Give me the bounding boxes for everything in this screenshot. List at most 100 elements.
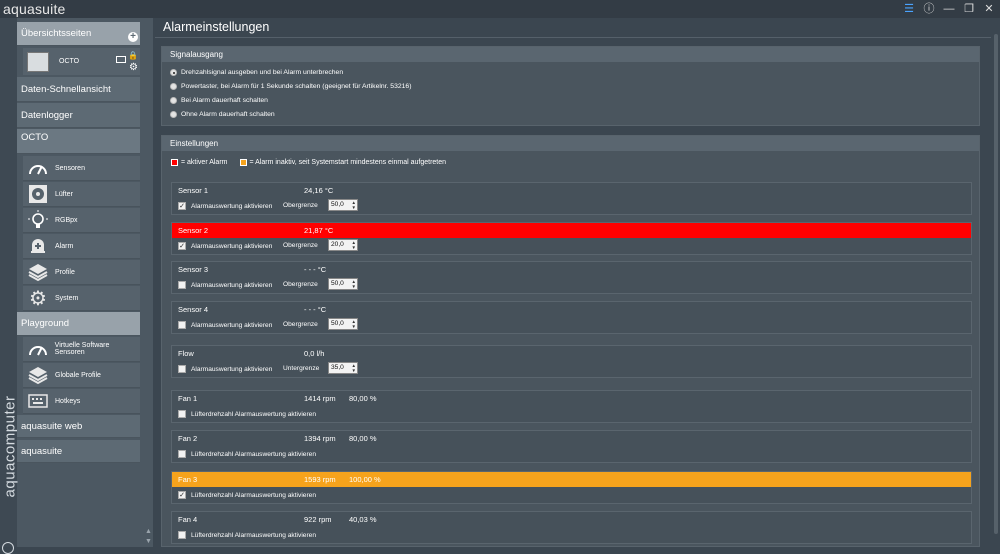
main-scrollbar[interactable] bbox=[992, 18, 1000, 547]
sidebar-item-rgbpx[interactable]: RGBpx bbox=[23, 208, 140, 233]
limit-stepper[interactable]: 20,0 ▲ ▼ bbox=[328, 239, 358, 251]
scroll-down-icon[interactable]: ▼ bbox=[145, 538, 152, 545]
alarm-checkbox[interactable] bbox=[178, 281, 186, 289]
alarm-checkbox-row[interactable]: Alarmauswertung aktivieren bbox=[178, 321, 272, 329]
radio-option[interactable]: Powertaster, bei Alarm für 1 Sekunde sch… bbox=[170, 83, 411, 90]
sidebar-item-hotkeys[interactable]: Hotkeys bbox=[23, 389, 140, 414]
alarm-checkbox[interactable] bbox=[178, 365, 186, 373]
sidebar-item-playground[interactable]: Playground bbox=[17, 312, 140, 336]
card-header bbox=[172, 302, 971, 317]
minimize-icon[interactable]: — bbox=[942, 2, 956, 16]
limit-value: 50,0 bbox=[331, 280, 344, 287]
monitor-icon[interactable] bbox=[116, 56, 126, 63]
alarm-checkbox-row[interactable]: Lüfterdrehzahl Alarmauswertung aktiviere… bbox=[178, 450, 316, 458]
layers-icon[interactable]: ☰ bbox=[902, 2, 916, 16]
limit-stepper[interactable]: 50,0 ▲ ▼ bbox=[328, 278, 358, 290]
sidebar-item-datalogger[interactable]: Datenlogger bbox=[17, 103, 140, 128]
limit-value: 50,0 bbox=[331, 201, 344, 208]
sidebar-item-virtual-sensors[interactable]: Virtuelle Software Sensoren bbox=[23, 337, 140, 362]
sidebar-item-alarm[interactable]: Alarm bbox=[23, 234, 140, 259]
scroll-thumb[interactable] bbox=[994, 34, 998, 534]
alarm-checkbox-row[interactable]: Alarmauswertung aktivieren bbox=[178, 281, 272, 289]
checkbox-label: Lüfterdrehzahl Alarmauswertung aktiviere… bbox=[191, 450, 316, 458]
alarm-checkbox[interactable] bbox=[178, 450, 186, 458]
alarm-checkbox-row[interactable]: Alarmauswertung aktivieren bbox=[178, 365, 272, 373]
alarm-checkbox-row[interactable]: ✓ Alarmauswertung aktivieren bbox=[178, 202, 272, 210]
limit-stepper[interactable]: 35,0 ▲ ▼ bbox=[328, 362, 358, 374]
alarm-checkbox-row[interactable]: ✓ Alarmauswertung aktivieren bbox=[178, 242, 272, 250]
alarm-card: Sensor 3 - - - °C Alarmauswertung aktivier… bbox=[171, 261, 972, 294]
alarm-checkbox[interactable]: ✓ bbox=[178, 202, 186, 210]
signal-output-panel: Signalausgang Drehzahlsignal ausgeben un… bbox=[161, 46, 980, 126]
restore-icon[interactable]: ❐ bbox=[962, 2, 976, 16]
checkbox-label: Alarmauswertung aktivieren bbox=[191, 202, 273, 210]
radio-button[interactable] bbox=[170, 69, 177, 76]
sidebar-item-label: OCTO bbox=[21, 132, 49, 143]
radio-option[interactable]: Bei Alarm dauerhaft schalten bbox=[170, 97, 268, 104]
limit-stepper[interactable]: 50,0 ▲ ▼ bbox=[328, 318, 358, 330]
stepper-arrows-icon[interactable]: ▲ ▼ bbox=[352, 319, 356, 329]
radio-button[interactable] bbox=[170, 83, 177, 90]
gear-icon: ⚙ bbox=[29, 287, 47, 310]
sidebar-item-data-quick[interactable]: Daten-Schnellansicht bbox=[17, 77, 140, 102]
stepper-arrows-icon[interactable]: ▲ ▼ bbox=[352, 279, 356, 289]
layers-icon bbox=[27, 364, 49, 386]
checkbox-label: Lüfterdrehzahl Alarmauswertung aktiviere… bbox=[191, 531, 316, 539]
window-controls: ☰ ⓘ — ❐ ✕ bbox=[902, 2, 996, 16]
alarm-checkbox[interactable]: ✓ bbox=[178, 491, 186, 499]
alarm-legend: = aktiver Alarm = Alarm inaktiv, seit Sy… bbox=[171, 159, 446, 166]
stepper-arrows-icon[interactable]: ▲ ▼ bbox=[352, 240, 356, 250]
limit-stepper[interactable]: 50,0 ▲ ▼ bbox=[328, 199, 358, 211]
gear-icon[interactable]: ⚙ bbox=[129, 62, 138, 73]
sidebar-item-system[interactable]: ⚙ System bbox=[23, 286, 140, 311]
sidebar-item-global-profiles[interactable]: Globale Profile bbox=[23, 363, 140, 388]
sidebar-scrollbar[interactable]: ▲ ▼ bbox=[142, 18, 153, 547]
card-value: 1414 rpm bbox=[304, 394, 336, 403]
limit-value: 35,0 bbox=[331, 364, 344, 371]
scroll-up-icon[interactable]: ▲ bbox=[145, 528, 152, 535]
stepper-arrows-icon[interactable]: ▲ ▼ bbox=[352, 200, 356, 210]
device-label: OCTO bbox=[59, 58, 80, 65]
alarm-checkbox-row[interactable]: Lüfterdrehzahl Alarmauswertung aktiviere… bbox=[178, 410, 316, 418]
alarm-checkbox-row[interactable]: Lüfterdrehzahl Alarmauswertung aktiviere… bbox=[178, 531, 316, 539]
sidebar-item-fans[interactable]: Lüfter bbox=[23, 182, 140, 207]
stepper-arrows-icon[interactable]: ▲ ▼ bbox=[352, 363, 356, 373]
sidebar-item-aquasuite-web[interactable]: aquasuite web bbox=[17, 415, 140, 438]
sidebar-item-profiles[interactable]: Profile bbox=[23, 260, 140, 285]
alarm-card: Flow 0,0 l/h Alarmauswertung aktivieren Unt… bbox=[171, 345, 972, 378]
card-name: Flow bbox=[178, 349, 194, 358]
card-value: - - - °C bbox=[304, 305, 327, 314]
alarm-checkbox[interactable] bbox=[178, 321, 186, 329]
device-octo[interactable]: OCTO 🔒 ⚙ bbox=[23, 48, 140, 75]
brand-logo-icon bbox=[2, 542, 14, 554]
info-icon[interactable]: ⓘ bbox=[922, 2, 936, 16]
limit-label: Obergrenze bbox=[283, 321, 318, 328]
alarm-checkbox-row[interactable]: ✓ Lüfterdrehzahl Alarmauswertung aktivier… bbox=[178, 491, 316, 499]
sidebar-item-label: aquasuite bbox=[21, 445, 63, 457]
radio-button[interactable] bbox=[170, 97, 177, 104]
alarm-icon bbox=[27, 235, 49, 257]
alarm-checkbox[interactable] bbox=[178, 531, 186, 539]
card-header bbox=[172, 512, 971, 527]
alarm-card: Fan 4 922 rpm 40,03 % Lüfterdrehzahl Alarma… bbox=[171, 511, 972, 544]
radio-option[interactable]: Drehzahlsignal ausgeben und bei Alarm un… bbox=[170, 69, 343, 76]
radio-button[interactable] bbox=[170, 111, 177, 118]
close-icon[interactable]: ✕ bbox=[982, 2, 996, 16]
sidebar-item-label: aquasuite web bbox=[21, 420, 83, 432]
page-title: Alarmeinstellungen bbox=[163, 20, 270, 34]
sidebar-item-sensors[interactable]: Sensoren bbox=[23, 156, 140, 181]
add-icon[interactable]: + bbox=[128, 32, 138, 42]
card-name: Fan 3 bbox=[178, 475, 198, 484]
sidebar-item-octo[interactable]: OCTO bbox=[17, 129, 140, 154]
lock-icon[interactable]: 🔒 bbox=[128, 51, 138, 60]
alarm-checkbox[interactable]: ✓ bbox=[178, 242, 186, 250]
sidebar-item-aquasuite[interactable]: aquasuite bbox=[17, 440, 140, 463]
radio-option[interactable]: Ohne Alarm dauerhaft schalten bbox=[170, 111, 275, 118]
sidebar-item-label: Datenlogger bbox=[21, 109, 73, 121]
card-value: 21,87 °C bbox=[304, 226, 334, 235]
sidebar-item-overview[interactable]: Übersichtsseiten + bbox=[17, 22, 140, 46]
alarm-checkbox[interactable] bbox=[178, 410, 186, 418]
alarm-card: Fan 1 1414 rpm 80,00 % Lüfterdrehzahl Alarm… bbox=[171, 390, 972, 423]
radio-label: Drehzahlsignal ausgeben und bei Alarm un… bbox=[181, 69, 344, 76]
alarm-card: Sensor 2 21,87 °C ✓ Alarmauswertung aktivie… bbox=[171, 222, 972, 255]
